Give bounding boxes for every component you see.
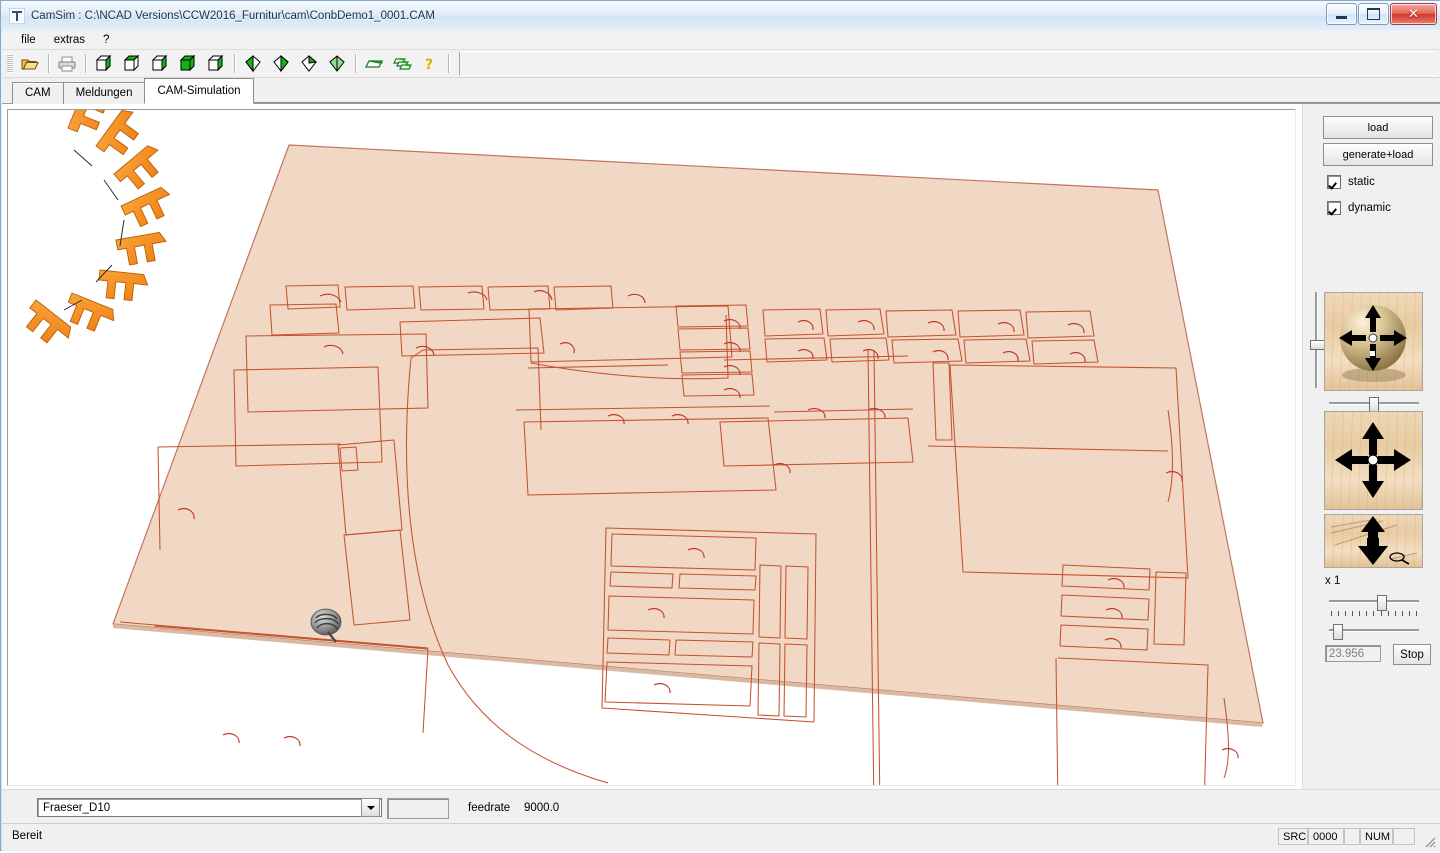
feedrate-label: feedrate [468, 802, 510, 814]
menu-item-extras[interactable]: extras [45, 31, 94, 49]
view-top-icon[interactable] [119, 51, 145, 76]
pan-widget[interactable] [1324, 411, 1423, 510]
3d-viewport[interactable]: Cortona3D [7, 109, 1296, 786]
toolbar-empty-area [459, 51, 1436, 76]
rotate-widget[interactable] [1324, 292, 1423, 391]
toolbar: ? [2, 50, 1440, 78]
view-right-icon[interactable] [147, 51, 173, 76]
tool-select-value: Fraeser_D10 [38, 802, 361, 814]
client-area: Cortona3D load generate+load static dyna… [2, 104, 1440, 789]
progress-field [387, 798, 449, 819]
timeline-slider[interactable] [1329, 624, 1419, 636]
svg-text:?: ? [425, 57, 433, 72]
dynamic-checkbox-row[interactable]: dynamic [1327, 201, 1391, 215]
resize-grip[interactable] [1422, 834, 1436, 848]
zoom-widget[interactable] [1324, 514, 1423, 568]
static-checkbox[interactable] [1327, 175, 1341, 189]
minimize-button[interactable] [1326, 3, 1357, 25]
static-checkbox-row[interactable]: static [1327, 175, 1375, 189]
maximize-button[interactable] [1358, 3, 1389, 25]
toolbar-separator [48, 54, 49, 73]
diamond-full-icon[interactable] [324, 51, 350, 76]
toolbar-separator [448, 54, 449, 73]
tab-strip: CAM Meldungen CAM-Simulation [2, 78, 1440, 104]
status-src-value: 0000 [1308, 828, 1344, 845]
elapsed-time-value: 23.956 [1329, 648, 1364, 660]
tab-cam[interactable]: CAM [12, 82, 64, 104]
feedrate-value: 9000.0 [524, 802, 559, 814]
chevron-down-icon[interactable] [361, 798, 380, 817]
view-front-icon[interactable] [91, 51, 117, 76]
help-icon[interactable]: ? [417, 51, 443, 76]
status-message: Bereit [12, 830, 42, 842]
speed-multiplier-label: x 1 [1325, 575, 1340, 587]
menu-item-help[interactable]: ? [94, 31, 118, 49]
title-bar: CamSim : C:\NCAD Versions\CCW2016_Furnit… [1, 1, 1440, 31]
diamond-right-icon[interactable] [296, 51, 322, 76]
scene-graphic [8, 110, 1295, 785]
close-icon: ✕ [1408, 8, 1419, 21]
window-controls: ✕ [1325, 3, 1437, 25]
tab-filler [253, 81, 1440, 103]
app-window: CamSim : C:\NCAD Versions\CCW2016_Furnit… [0, 0, 1440, 851]
stacked-boards-icon[interactable] [389, 51, 415, 76]
window-title: CamSim : C:\NCAD Versions\CCW2016_Furnit… [31, 10, 435, 22]
view-back-icon[interactable] [203, 51, 229, 76]
static-checkbox-label: static [1348, 176, 1375, 188]
menu-bar: file extras ? [2, 30, 1440, 50]
dynamic-checkbox-label: dynamic [1348, 202, 1391, 214]
speed-slider-ticks [1331, 611, 1417, 616]
diamond-left-icon[interactable] [240, 51, 266, 76]
status-bar: Bereit SRC 0000 NUM [2, 823, 1440, 851]
board-icon[interactable] [361, 51, 387, 76]
bottom-bar: Fraeser_D10 feedrate 9000.0 [2, 789, 1440, 824]
load-button[interactable]: load [1323, 116, 1433, 139]
tool-arm-trail [19, 110, 176, 351]
tab-meldungen[interactable]: Meldungen [63, 82, 146, 104]
elapsed-time-field: 23.956 [1325, 645, 1381, 662]
menu-item-file[interactable]: file [12, 31, 45, 49]
diamond-center-icon[interactable] [268, 51, 294, 76]
open-icon[interactable] [17, 51, 43, 76]
right-control-panel: load generate+load static dynamic [1302, 104, 1440, 789]
vertical-zoom-slider[interactable] [1310, 292, 1322, 388]
tab-cam-simulation[interactable]: CAM-Simulation [144, 78, 253, 104]
dynamic-checkbox[interactable] [1327, 201, 1341, 215]
rotate-speed-slider[interactable] [1329, 397, 1419, 409]
close-button[interactable]: ✕ [1390, 3, 1437, 25]
view-iso-icon[interactable] [175, 51, 201, 76]
toolbar-grip[interactable] [6, 54, 13, 73]
generate-load-button[interactable]: generate+load [1323, 143, 1433, 166]
tool-select[interactable]: Fraeser_D10 [37, 798, 382, 817]
status-num-label: NUM [1360, 828, 1393, 845]
print-icon[interactable] [54, 51, 80, 76]
stop-button[interactable]: Stop [1393, 644, 1431, 665]
toolbar-separator [85, 54, 86, 73]
toolbar-separator [234, 54, 235, 73]
status-pane-blank-1 [1344, 828, 1360, 845]
status-src-label: SRC [1278, 828, 1308, 845]
app-icon [9, 8, 25, 24]
status-pane-blank-2 [1393, 828, 1415, 845]
toolbar-separator [355, 54, 356, 73]
speed-slider[interactable] [1329, 595, 1419, 607]
